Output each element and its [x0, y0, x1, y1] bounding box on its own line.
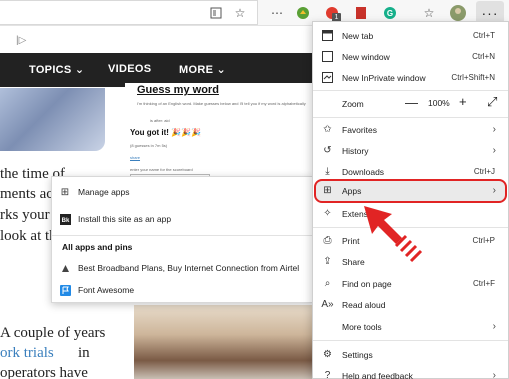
printer-icon: ⎙ — [323, 235, 332, 246]
article-text-line: look at th — [0, 228, 57, 244]
extension-red-icon[interactable]: 1 — [323, 4, 341, 22]
nav-videos[interactable]: VIDEOS — [108, 63, 151, 75]
article-image — [0, 88, 105, 151]
chevron-right-icon: › — [492, 321, 496, 332]
zoom-in-button[interactable]: + — [459, 94, 467, 109]
find-icon: ⌕ — [324, 278, 331, 289]
menu-read-aloud[interactable]: A» Read aloud — [313, 294, 508, 315]
history-icon: ↺ — [323, 145, 332, 156]
divider — [313, 340, 508, 341]
game-instructions: I'm thinking of an English word. Make gu… — [137, 101, 306, 106]
menu-favorites[interactable]: ✩ Favorites › — [313, 119, 508, 140]
reader-view-icon[interactable] — [207, 4, 225, 22]
chevron-right-icon: › — [492, 370, 496, 379]
article-text-line: operators have — [0, 365, 88, 379]
inprivate-icon — [313, 72, 342, 83]
article-text-line: in — [78, 345, 90, 361]
article-photo — [134, 305, 314, 379]
divider — [313, 90, 508, 91]
apps-submenu: ⊞ Manage apps Bk Install this site as an… — [51, 176, 313, 303]
menu-settings[interactable]: ⚙ Settings — [313, 344, 508, 365]
font-awesome-flag-icon — [52, 284, 78, 296]
article-text-line: ments acr — [0, 186, 58, 202]
page-top-strip: |▷ — [0, 27, 320, 53]
menu-new-inprivate[interactable]: New InPrivate window Ctrl+Shift+N — [313, 67, 508, 88]
new-window-icon — [313, 51, 342, 62]
game-share-link[interactable]: share — [130, 155, 140, 160]
star-icon[interactable]: ☆ — [231, 4, 249, 22]
new-tab-icon — [313, 30, 342, 41]
menu-find-on-page[interactable]: ⌕ Find on page Ctrl+F — [313, 273, 508, 294]
install-app-icon: Bk — [52, 213, 78, 225]
share-icon: ⇪ — [323, 256, 332, 267]
browser-window: ☆ ⋯ 1 G ☆ ··· |▷ TOPICS ⌄ VIDEOS MORE ⌄ … — [0, 0, 509, 379]
airtel-icon — [52, 264, 78, 273]
menu-new-tab[interactable]: New tab Ctrl+T — [313, 25, 508, 46]
help-icon: ? — [324, 370, 331, 379]
annotation-arrow-icon — [364, 206, 423, 263]
svg-text:G: G — [387, 9, 393, 18]
menu-new-window[interactable]: New window Ctrl+N — [313, 46, 508, 67]
apps-grid-icon: ⊞ — [60, 186, 70, 198]
app-item-font-awesome[interactable]: Font Awesome — [52, 277, 312, 303]
chevron-right-icon: › — [492, 145, 496, 156]
extension-dots-icon[interactable]: ⋯ — [268, 4, 286, 22]
gear-icon: ⚙ — [323, 349, 332, 360]
game-title: Guess my word — [137, 84, 219, 96]
favorites-icon: ✩ — [323, 124, 332, 135]
extension-book-icon[interactable] — [352, 4, 370, 22]
menu-history[interactable]: ↺ History › — [313, 140, 508, 161]
apps-grid-icon: ⊞ — [323, 185, 332, 196]
menu-more-tools[interactable]: More tools › — [313, 316, 508, 337]
article-link[interactable]: ork trials — [0, 345, 54, 362]
game-got-it: You got it! 🎉🎉🎉 — [130, 128, 202, 137]
grammarly-icon[interactable]: G — [381, 4, 399, 22]
divider — [52, 235, 312, 236]
extension-green-icon[interactable] — [294, 4, 312, 22]
install-site-item[interactable]: Bk Install this site as an app — [52, 206, 312, 232]
tab-bar-icon[interactable]: |▷ — [16, 35, 26, 46]
manage-apps-item[interactable]: ⊞ Manage apps — [52, 179, 312, 205]
zoom-value: 100% — [428, 98, 450, 108]
menu-help-feedback[interactable]: ? Help and feedback › — [313, 365, 508, 379]
game-guesses: (8 guesses in 7m 5s) — [130, 143, 168, 148]
profile-avatar-icon[interactable] — [449, 4, 467, 22]
divider — [313, 117, 508, 118]
nav-more[interactable]: MORE ⌄ — [179, 63, 226, 76]
svg-text:Bk: Bk — [61, 218, 69, 224]
game-hint: is after: aid — [150, 118, 170, 123]
chevron-right-icon: › — [492, 185, 496, 196]
extensions-puzzle-icon: ✧ — [323, 208, 332, 219]
read-aloud-icon: A» — [321, 299, 334, 310]
menu-apps[interactable]: ⊞ Apps › — [313, 180, 508, 201]
article-text-line: A couple of years — [0, 325, 106, 341]
nav-topics[interactable]: TOPICS ⌄ — [29, 63, 84, 76]
all-apps-header: All apps and pins — [62, 242, 133, 252]
favorites-bar-icon[interactable]: ☆ — [420, 4, 438, 22]
zoom-out-button[interactable]: — — [405, 95, 418, 110]
game-note: enter your name for the scoreboard — [130, 167, 193, 172]
download-icon: ⤓ — [325, 166, 330, 177]
chevron-right-icon: › — [492, 124, 496, 135]
fullscreen-icon[interactable]: ⤢ — [487, 94, 497, 110]
